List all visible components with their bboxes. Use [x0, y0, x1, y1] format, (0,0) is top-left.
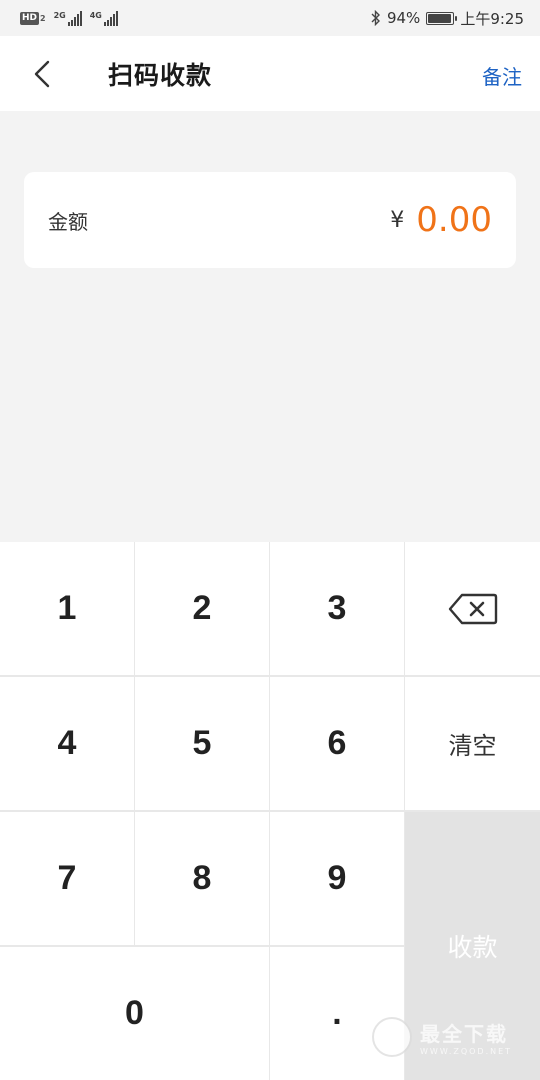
- back-button[interactable]: [24, 54, 60, 94]
- watermark: 最全下载 WWW.ZQOD.NET: [372, 1014, 532, 1060]
- app-header: 扫码收款 备注: [0, 36, 540, 111]
- watermark-sub: WWW.ZQOD.NET: [420, 1047, 513, 1056]
- amount-label: 金额: [48, 209, 88, 234]
- clear-key[interactable]: 清空: [405, 677, 540, 810]
- numeric-keypad: 1 2 3 4 5 6 清空 7 8 9 0 . 收款: [0, 542, 540, 1080]
- remark-button[interactable]: 备注: [482, 61, 522, 90]
- backspace-key[interactable]: [405, 542, 540, 675]
- key-7[interactable]: 7: [0, 812, 134, 945]
- page-title: 扫码收款: [108, 61, 213, 90]
- watermark-text: 最全下载 WWW.ZQOD.NET: [420, 1018, 512, 1056]
- key-5[interactable]: 5: [135, 677, 269, 810]
- key-4[interactable]: 4: [0, 677, 134, 810]
- status-bar-left: HD 2 2G 4G: [20, 10, 118, 26]
- hd-sub-label: 2: [40, 13, 46, 23]
- status-bar-right: 94% 上午9:25: [371, 8, 524, 29]
- signal-4g-icon: 4G: [89, 10, 118, 26]
- key-3[interactable]: 3: [270, 542, 404, 675]
- key-6[interactable]: 6: [270, 677, 404, 810]
- key-9[interactable]: 9: [270, 812, 404, 945]
- signal-4g-label: 4G: [89, 10, 102, 20]
- battery-percent: 94%: [386, 9, 421, 27]
- bluetooth-icon: [371, 10, 380, 26]
- signal-2g-label: 2G: [53, 10, 66, 20]
- hd-indicator: HD 2: [20, 11, 46, 25]
- battery-icon: [426, 11, 458, 25]
- clock: 上午9:25: [460, 9, 524, 28]
- currency-symbol: ¥: [390, 207, 405, 233]
- hd-label: HD: [20, 11, 40, 25]
- key-0[interactable]: 0: [0, 947, 269, 1080]
- key-1[interactable]: 1: [0, 542, 134, 675]
- key-2[interactable]: 2: [135, 542, 269, 675]
- signal-2g-icon: 2G: [53, 10, 82, 26]
- watermark-main: 最全下载: [420, 1022, 508, 1046]
- battery-fill: [428, 13, 451, 23]
- key-8[interactable]: 8: [135, 812, 269, 945]
- amount-card[interactable]: 金额 ¥ 0.00: [24, 172, 516, 268]
- amount-display: ¥ 0.00: [390, 200, 492, 240]
- amount-value: 0.00: [416, 200, 492, 240]
- watermark-logo-icon: [372, 1017, 412, 1057]
- chevron-left-icon: [34, 60, 50, 88]
- backspace-icon: [448, 593, 497, 624]
- status-bar: HD 2 2G 4G 94% 上午9:25: [0, 0, 540, 36]
